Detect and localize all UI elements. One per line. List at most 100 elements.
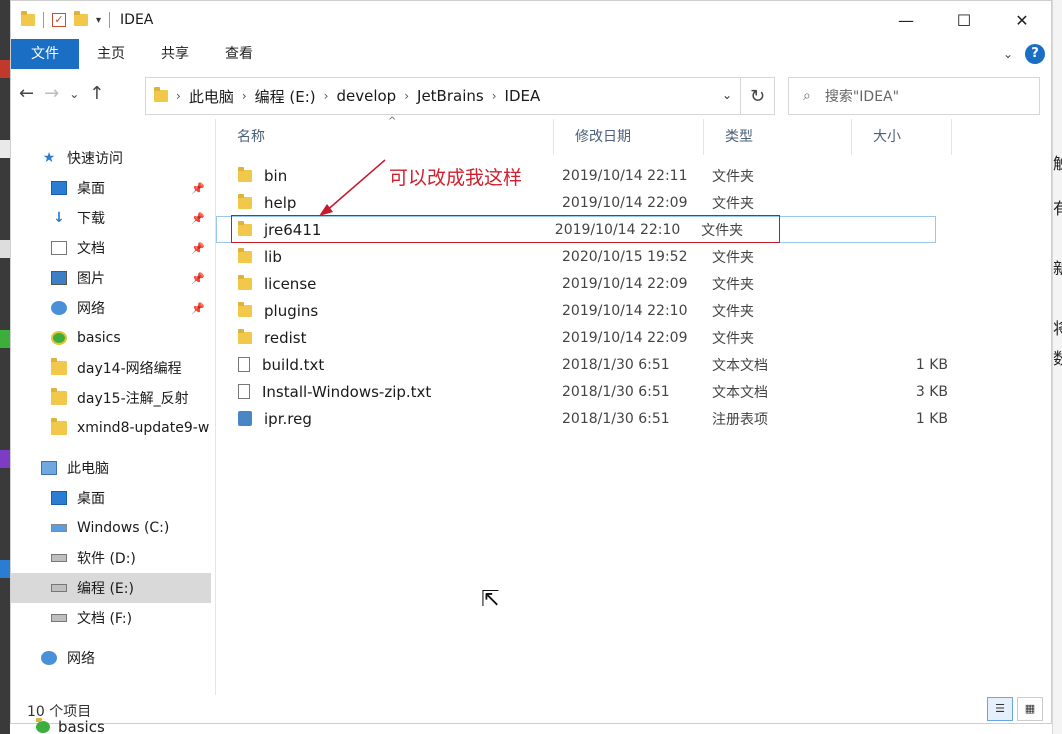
recent-locations-icon[interactable]: ⌄ (69, 87, 79, 101)
tab-share[interactable]: 共享 (143, 39, 207, 69)
drive-icon (51, 614, 67, 622)
file-name: plugins (264, 301, 319, 320)
background-window-strip-left (0, 0, 10, 734)
breadcrumb-drive-e[interactable]: 编程 (E:) (255, 86, 316, 107)
nav-item-downloads[interactable]: ↓ 下载 📌 (11, 203, 211, 233)
file-size: 3 KB (915, 383, 948, 400)
nav-item-day15[interactable]: day15-注解_反射 (11, 383, 211, 413)
nav-drive-f[interactable]: 文档 (F:) (11, 603, 211, 633)
network-icon (41, 651, 57, 665)
minimize-button[interactable]: — (877, 1, 935, 39)
nav-item-documents[interactable]: 文档 📌 (11, 233, 211, 263)
search-input[interactable]: ⌕ 搜索"IDEA" (788, 77, 1040, 115)
file-row[interactable]: ipr.reg 2018/1/30 6:51 注册表项 1 KB (216, 405, 952, 432)
tab-home[interactable]: 主页 (79, 39, 143, 69)
nav-item-day14[interactable]: day14-网络编程 (11, 353, 211, 383)
mouse-cursor-icon: ⇱ (481, 587, 500, 612)
help-icon[interactable]: ? (1025, 44, 1045, 64)
file-row[interactable]: redist 2019/10/14 22:09 文件夹 (216, 324, 952, 351)
nav-drive-d[interactable]: 软件 (D:) (11, 543, 211, 573)
pin-icon: 📌 (191, 271, 205, 285)
refresh-button[interactable]: ↻ (741, 77, 775, 115)
chevron-right-icon[interactable]: › (324, 89, 329, 103)
forward-arrow-icon[interactable]: → (44, 83, 59, 104)
file-type: 文件夹 (712, 249, 754, 266)
pin-icon: 📌 (191, 241, 205, 255)
back-arrow-icon[interactable]: ← (19, 83, 34, 104)
nav-pc-desktop[interactable]: 桌面 (11, 483, 211, 513)
column-header-name[interactable]: 名称 (216, 119, 554, 155)
file-row[interactable]: license 2019/10/14 22:09 文件夹 (216, 270, 952, 297)
drive-icon (51, 554, 67, 562)
nav-drive-c[interactable]: Windows (C:) (11, 513, 211, 543)
nav-quick-access[interactable]: ★ 快速访问 (11, 143, 211, 173)
file-row[interactable]: Install-Windows-zip.txt 2018/1/30 6:51 文… (216, 378, 952, 405)
details-view-icon[interactable]: ☰ (987, 697, 1013, 721)
address-bar[interactable]: › 此电脑 › 编程 (E:) › develop › JetBrains › … (145, 77, 741, 115)
breadcrumb-this-pc[interactable]: 此电脑 (189, 86, 234, 107)
breadcrumb-idea[interactable]: IDEA (505, 87, 541, 105)
desktop-icon (51, 491, 67, 505)
breadcrumb-jetbrains[interactable]: JetBrains (417, 87, 484, 105)
text-file-icon (238, 384, 250, 399)
nav-item-desktop[interactable]: 桌面 📌 (11, 173, 211, 203)
folder-icon (51, 418, 67, 435)
chevron-right-icon[interactable]: › (492, 89, 497, 103)
ribbon-right-controls: ⌄ ? (1003, 44, 1045, 64)
chevron-right-icon[interactable]: › (242, 89, 247, 103)
nav-this-pc[interactable]: 此电脑 (11, 453, 211, 483)
large-icons-view-icon[interactable]: ▦ (1017, 697, 1043, 721)
folder-icon (238, 193, 252, 209)
view-toggle: ☰ ▦ (987, 697, 1043, 721)
maximize-button[interactable]: ☐ (935, 1, 993, 39)
file-type: 文件夹 (712, 276, 754, 293)
column-header-date[interactable]: 修改日期 (554, 119, 704, 155)
nav-network[interactable]: 网络 (11, 643, 211, 673)
file-type: 注册表项 (712, 411, 768, 428)
nav-item-network[interactable]: 网络 📌 (11, 293, 211, 323)
file-name: license (264, 274, 317, 293)
nav-drive-e[interactable]: 编程 (E:) (11, 573, 211, 603)
customize-toolbar-icon[interactable]: ▾ (96, 15, 101, 26)
properties-icon[interactable]: ✓ (52, 13, 66, 27)
file-row[interactable]: lib 2020/10/15 19:52 文件夹 (216, 243, 952, 270)
column-header-size[interactable]: 大小 (852, 119, 952, 155)
window-controls: — ☐ ✕ (877, 1, 1051, 39)
file-row[interactable]: build.txt 2018/1/30 6:51 文本文档 1 KB (216, 351, 952, 378)
new-folder-icon[interactable] (74, 11, 88, 26)
folder-icon (51, 358, 67, 375)
pin-icon: 📌 (191, 181, 205, 195)
annotation-text: 可以改成我这样 (389, 167, 523, 189)
address-row: ← → ⌄ ↑ › 此电脑 › 编程 (E:) › develop › JetB… (11, 75, 1051, 117)
file-date: 2019/10/14 22:09 (562, 275, 688, 292)
nav-item-pictures[interactable]: 图片 📌 (11, 263, 211, 293)
navigation-buttons: ← → ⌄ ↑ (19, 83, 104, 104)
close-button[interactable]: ✕ (993, 1, 1051, 39)
nav-item-basics[interactable]: basics (11, 323, 211, 353)
pin-icon: 📌 (191, 211, 205, 225)
file-size: 1 KB (915, 356, 948, 373)
column-header-type[interactable]: 类型 (704, 119, 852, 155)
file-type: 文件夹 (712, 330, 754, 347)
expand-ribbon-icon[interactable]: ⌄ (1003, 47, 1013, 61)
tab-view[interactable]: 查看 (207, 39, 271, 69)
file-name: Install-Windows-zip.txt (262, 382, 432, 401)
status-bar: 10 个项目 ☰ ▦ (11, 697, 1051, 723)
breadcrumb-develop[interactable]: develop (336, 87, 396, 105)
file-row[interactable]: plugins 2019/10/14 22:10 文件夹 (216, 297, 952, 324)
folder-icon (238, 274, 252, 290)
file-name: bin (264, 166, 288, 185)
file-date: 2019/10/14 22:09 (562, 194, 688, 211)
network-icon (51, 301, 67, 315)
file-date: 2019/10/14 22:11 (562, 167, 688, 184)
file-type: 文件夹 (712, 303, 754, 320)
up-arrow-icon[interactable]: ↑ (89, 83, 104, 104)
file-name: build.txt (262, 355, 325, 374)
folder-icon (238, 328, 252, 344)
chevron-down-icon[interactable]: ⌄ (722, 88, 732, 102)
chevron-right-icon[interactable]: › (404, 89, 409, 103)
tab-file[interactable]: 文件 (11, 39, 79, 69)
chevron-right-icon[interactable]: › (176, 89, 181, 103)
separator (43, 12, 44, 28)
nav-item-xmind[interactable]: xmind8-update9-w (11, 413, 211, 443)
